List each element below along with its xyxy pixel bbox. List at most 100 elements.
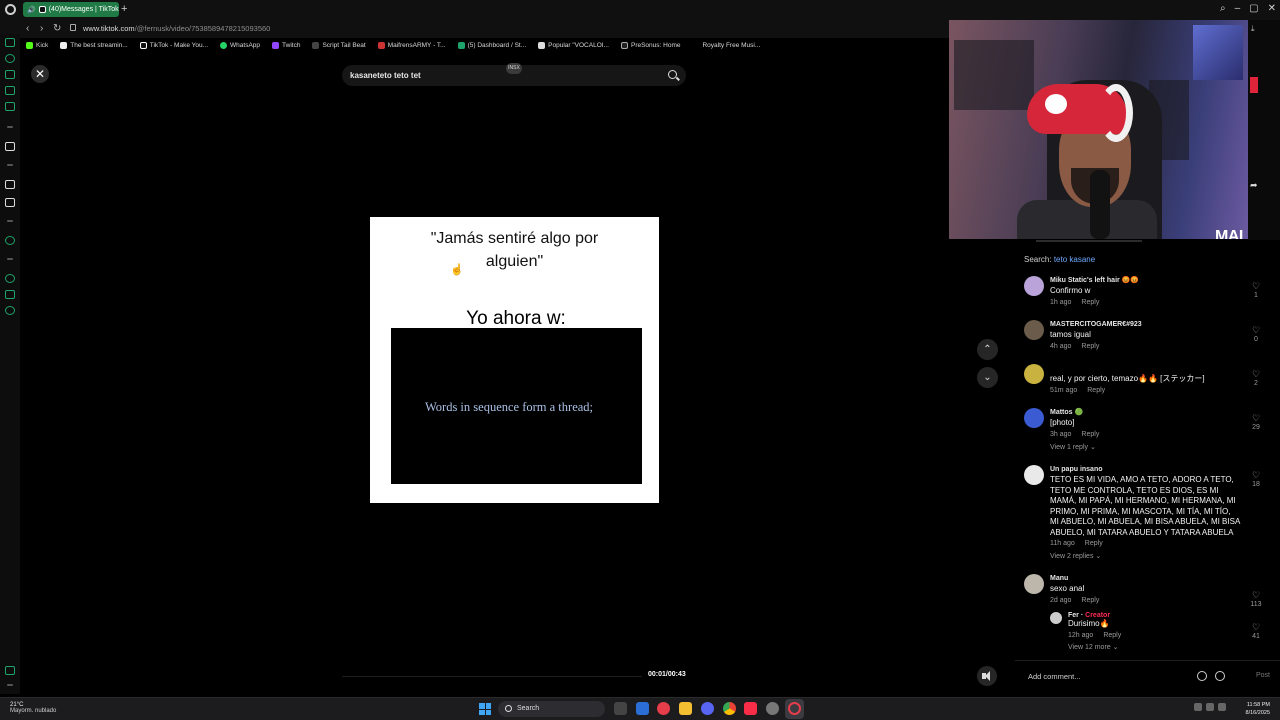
discord-icon[interactable] bbox=[701, 702, 714, 715]
sidebar-app-icon[interactable] bbox=[5, 102, 15, 111]
lock-icon[interactable] bbox=[70, 24, 76, 31]
like-button[interactable]: ♡ 0 bbox=[1248, 325, 1264, 345]
battery-icon[interactable] bbox=[1218, 703, 1226, 711]
avatar[interactable] bbox=[1024, 574, 1044, 594]
emoji-icon[interactable] bbox=[1215, 671, 1225, 681]
add-comment-input[interactable]: Add comment... bbox=[1028, 672, 1081, 681]
sidebar-app-icon[interactable] bbox=[5, 38, 15, 47]
avatar[interactable] bbox=[1024, 465, 1044, 485]
url-field[interactable]: www.tiktok.com/@fernusk/video/7538589478… bbox=[83, 24, 270, 33]
like-button[interactable]: ♡ 29 bbox=[1248, 413, 1264, 433]
download-icon[interactable]: ⤓ bbox=[1251, 24, 1255, 34]
minimize-button[interactable]: – bbox=[1235, 3, 1241, 14]
music-icon[interactable] bbox=[744, 702, 757, 715]
file-explorer-icon[interactable] bbox=[679, 702, 692, 715]
reply-button[interactable]: Reply bbox=[1081, 431, 1099, 438]
comment-author[interactable]: Miku Static's left hair 😡😡 bbox=[1050, 276, 1240, 286]
search-input[interactable]: kasaneteto teto tet bbox=[350, 71, 421, 80]
comment-author[interactable]: Mattos 🟢 bbox=[1050, 408, 1240, 418]
close-window-button[interactable]: ✕ bbox=[1268, 3, 1276, 14]
close-video-button[interactable]: ✕ bbox=[31, 65, 49, 83]
avatar[interactable] bbox=[1024, 276, 1044, 296]
opera-gx-icon[interactable] bbox=[657, 702, 670, 715]
settings-icon[interactable] bbox=[5, 306, 15, 315]
bookmark-kick[interactable]: Kick bbox=[20, 41, 54, 49]
like-button[interactable]: ♡ 18 bbox=[1248, 470, 1264, 490]
like-button[interactable]: ♡ 2 bbox=[1248, 369, 1264, 389]
comment-search-suggestion[interactable]: Search: teto kasane bbox=[1024, 255, 1095, 264]
start-icon[interactable] bbox=[479, 703, 491, 715]
share-icon[interactable]: ➦ bbox=[1250, 180, 1258, 191]
bookmark-vocaloid[interactable]: Popular "VOCALOI... bbox=[532, 41, 615, 49]
maximize-button[interactable]: ▢ bbox=[1249, 3, 1258, 14]
network-icon[interactable] bbox=[1194, 703, 1202, 711]
avatar[interactable] bbox=[1024, 320, 1044, 340]
x-sidebar-icon[interactable] bbox=[5, 198, 15, 207]
sidebar-app-icon[interactable] bbox=[5, 54, 15, 63]
forward-icon[interactable]: › bbox=[40, 23, 43, 34]
taskbar-search[interactable]: Search bbox=[498, 701, 605, 717]
outlook-icon[interactable] bbox=[636, 702, 649, 715]
avatar[interactable] bbox=[1024, 408, 1044, 428]
sidebar-more-icon[interactable] bbox=[7, 684, 13, 686]
opera-icon[interactable] bbox=[788, 702, 801, 715]
view-replies-button[interactable]: View 1 reply ⌄ bbox=[1050, 443, 1240, 451]
bookmark-whatsapp[interactable]: WhatsApp bbox=[214, 41, 266, 49]
reply-button[interactable]: Reply bbox=[1081, 597, 1099, 604]
volume-button[interactable] bbox=[977, 666, 997, 686]
reply-button[interactable]: Reply bbox=[1081, 343, 1099, 350]
tiktok-sidebar-icon[interactable] bbox=[5, 180, 15, 189]
comment-author[interactable]: Un papu insano bbox=[1050, 465, 1240, 475]
avatar[interactable] bbox=[1024, 364, 1044, 384]
like-button[interactable]: ♡ 1 bbox=[1248, 281, 1264, 301]
search-icon[interactable] bbox=[668, 70, 677, 79]
comment-author[interactable]: Manu bbox=[1050, 574, 1240, 584]
view-more-replies-button[interactable]: View 12 more ⌄ bbox=[1068, 643, 1238, 651]
sidebar-app-icon[interactable] bbox=[5, 142, 15, 151]
system-clock[interactable]: 11:58 PM 8/16/2025 bbox=[1240, 701, 1270, 717]
reply-button[interactable]: Reply bbox=[1103, 632, 1121, 639]
video-progress-bar[interactable] bbox=[342, 676, 642, 677]
post-button[interactable]: Post bbox=[1256, 672, 1270, 679]
sidebar-app-icon[interactable] bbox=[5, 666, 15, 675]
sidebar-app-icon[interactable] bbox=[5, 290, 15, 299]
avatar[interactable] bbox=[1050, 612, 1062, 624]
reply-button[interactable]: Reply bbox=[1087, 387, 1105, 394]
search-tabs-icon[interactable]: ⌕ bbox=[1220, 3, 1226, 14]
sidebar-app-icon[interactable] bbox=[5, 70, 15, 79]
next-video-button[interactable]: ⌄ bbox=[977, 367, 998, 388]
bookmark-tiktok[interactable]: TikTok - Make You... bbox=[134, 41, 214, 49]
search-suggestion-link[interactable]: teto kasane bbox=[1054, 255, 1095, 264]
previous-video-button[interactable]: ⌃ bbox=[977, 339, 998, 360]
speaker-icon[interactable]: 🔊 bbox=[27, 6, 36, 14]
like-button[interactable]: ♡ 113 bbox=[1248, 590, 1264, 610]
new-tab-button[interactable]: + bbox=[121, 3, 127, 15]
bookmark-dashboard[interactable]: (5) Dashboard / St... bbox=[452, 41, 533, 49]
view-replies-button[interactable]: View 2 replies ⌄ bbox=[1050, 552, 1240, 560]
bookmark-royalty[interactable]: Royalty Free Musi... bbox=[686, 41, 766, 49]
history-icon[interactable] bbox=[5, 274, 15, 283]
reply-author[interactable]: Fer · Creator bbox=[1068, 612, 1238, 619]
like-button[interactable]: ♡ 41 bbox=[1248, 622, 1264, 642]
mention-icon[interactable] bbox=[1197, 671, 1207, 681]
comment-author[interactable]: MASTERCITOGAMER€#923 bbox=[1050, 320, 1240, 330]
reload-icon[interactable]: ↻ bbox=[53, 23, 61, 34]
sidebar-app-icon[interactable] bbox=[5, 236, 15, 245]
sidebar-app-icon[interactable] bbox=[5, 86, 15, 95]
bookmark-presonus[interactable]: PreSonus: Home bbox=[615, 41, 687, 49]
volume-icon[interactable] bbox=[1206, 703, 1214, 711]
reply-button[interactable]: Reply bbox=[1081, 299, 1099, 306]
bookmark-twitch[interactable]: Twitch bbox=[266, 41, 306, 49]
bookmark-streaming[interactable]: The best streamin... bbox=[54, 41, 133, 49]
task-view-icon[interactable] bbox=[614, 702, 627, 715]
bookmark-maifrens[interactable]: MaifrensARMY - T... bbox=[372, 41, 452, 49]
chrome-icon[interactable] bbox=[723, 702, 736, 715]
reply-button[interactable]: Reply bbox=[1085, 540, 1103, 547]
bookmark-script[interactable]: Script Tail Beat bbox=[306, 41, 371, 49]
weather-widget[interactable]: 21°C Mayorm. nublado bbox=[10, 702, 56, 714]
settings-icon[interactable] bbox=[766, 702, 779, 715]
opera-logo-icon[interactable] bbox=[5, 4, 16, 15]
back-icon[interactable]: ‹ bbox=[26, 23, 29, 34]
tab-tiktok[interactable]: 🔊 (40)Messages | TikTok ✕ bbox=[23, 2, 119, 17]
video-frame[interactable]: "Jamás sentiré algo por alguien" Yo ahor… bbox=[370, 217, 659, 503]
